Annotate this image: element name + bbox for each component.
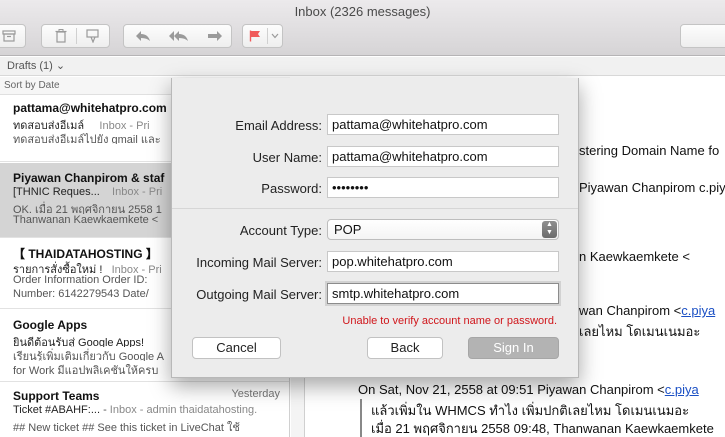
reader-quote-line: เมื่อ 21 พฤศจิกายน 2558 09:48, Thanwanan… xyxy=(371,421,714,436)
back-button[interactable]: Back xyxy=(367,337,443,359)
cancel-button[interactable]: Cancel xyxy=(192,337,281,359)
reader-from-fragment: Piyawan Chanpirom c.piya xyxy=(579,180,725,195)
search-field[interactable] xyxy=(680,24,725,48)
flag-icon xyxy=(249,30,261,42)
reply-all-icon xyxy=(168,30,189,42)
flag-button[interactable] xyxy=(243,24,267,48)
password-field[interactable] xyxy=(327,177,559,198)
window-title: Inbox (2326 messages) xyxy=(294,4,431,19)
junk-button[interactable] xyxy=(78,24,107,48)
account-type-select[interactable]: POP ▲ ▼ xyxy=(327,219,559,240)
message-subject: รายการสั่งซื้อใหม่ ! xyxy=(13,264,103,274)
up-down-arrows-icon: ▲ ▼ xyxy=(542,221,557,238)
message-mailbox: Inbox - admin thaidatahosting. xyxy=(109,404,258,416)
outgoing-server-label: Outgoing Mail Server: xyxy=(196,287,322,302)
forward-button[interactable] xyxy=(200,24,229,48)
mail-window: Inbox (2326 messages) Drafts (1) ⌄ Sort … xyxy=(0,0,725,437)
message-preview: ## New ticket ## See this ticket in Live… xyxy=(13,422,240,432)
flag-group xyxy=(242,24,283,48)
email-link[interactable]: c.piya xyxy=(665,382,699,397)
list-item[interactable]: Support Teams Yesterday Ticket #ABAHF:..… xyxy=(0,383,289,437)
message-mailbox: Inbox - Pri xyxy=(112,186,163,198)
message-mailbox: Inbox - Pri xyxy=(111,264,162,274)
reader-quote-fragment: n Kaewkaemkete < xyxy=(579,249,690,264)
error-message: Unable to verify account name or passwor… xyxy=(342,315,557,327)
account-type-value: POP xyxy=(334,222,362,237)
reader-quote-fragment: wan Chanpirom < xyxy=(579,303,682,318)
archive-button[interactable] xyxy=(0,24,26,48)
email-field[interactable] xyxy=(327,114,559,135)
drafts-mailbox-button[interactable]: Drafts (1) ⌄ xyxy=(7,59,65,72)
trash-button[interactable] xyxy=(46,24,75,48)
message-date: Yesterday xyxy=(231,388,280,400)
sign-in-button[interactable]: Sign In xyxy=(468,337,559,359)
email-label: Email Address: xyxy=(235,118,322,133)
message-mailbox: Inbox - Pri xyxy=(99,120,150,130)
message-subject: Ticket #ABAHF:... xyxy=(13,404,101,416)
username-label: User Name: xyxy=(252,150,322,165)
section-divider xyxy=(172,208,578,209)
reader-quote-header: On Sat, Nov 21, 2558 at 09:51 Piyawan Ch… xyxy=(358,382,665,397)
delete-junk-group xyxy=(41,24,110,48)
incoming-server-field[interactable] xyxy=(327,251,559,272)
reader-subject-fragment: stering Domain Name fo xyxy=(579,143,720,158)
message-subject: ยินดีต้อนรับสู่ Google Apps! xyxy=(13,337,145,347)
username-field[interactable] xyxy=(327,146,559,167)
account-type-label: Account Type: xyxy=(239,223,322,238)
reader-quote-fragment: เลยไหม โดเมนเนมอะ xyxy=(579,324,701,339)
message-subject: ทดสอบส่งอีเมล์ xyxy=(13,120,85,130)
forward-icon xyxy=(207,30,223,42)
favorites-bar: Drafts (1) ⌄ xyxy=(0,57,725,76)
trash-icon xyxy=(55,29,67,43)
drafts-label: Drafts (1) xyxy=(7,60,53,72)
title-bar: Inbox (2326 messages) xyxy=(0,0,725,56)
reply-button[interactable] xyxy=(128,24,157,48)
outgoing-server-field[interactable] xyxy=(327,283,559,304)
junk-icon xyxy=(85,29,100,43)
reply-icon xyxy=(135,30,151,42)
password-label: Password: xyxy=(261,181,322,196)
sort-label: Sort by Date xyxy=(4,80,60,91)
flag-menu-button[interactable] xyxy=(267,24,283,48)
incoming-server-label: Incoming Mail Server: xyxy=(196,255,322,270)
reply-group xyxy=(123,24,232,48)
reply-all-button[interactable] xyxy=(164,24,193,48)
message-subject: [THNIC Reques... xyxy=(13,186,100,198)
chevron-down-icon: ⌄ xyxy=(55,60,66,72)
email-link[interactable]: c.piya xyxy=(681,303,715,318)
chevron-down-icon xyxy=(271,33,279,39)
archive-icon xyxy=(2,30,16,42)
add-account-sheet: Email Address: User Name: Password: Acco… xyxy=(171,78,579,378)
